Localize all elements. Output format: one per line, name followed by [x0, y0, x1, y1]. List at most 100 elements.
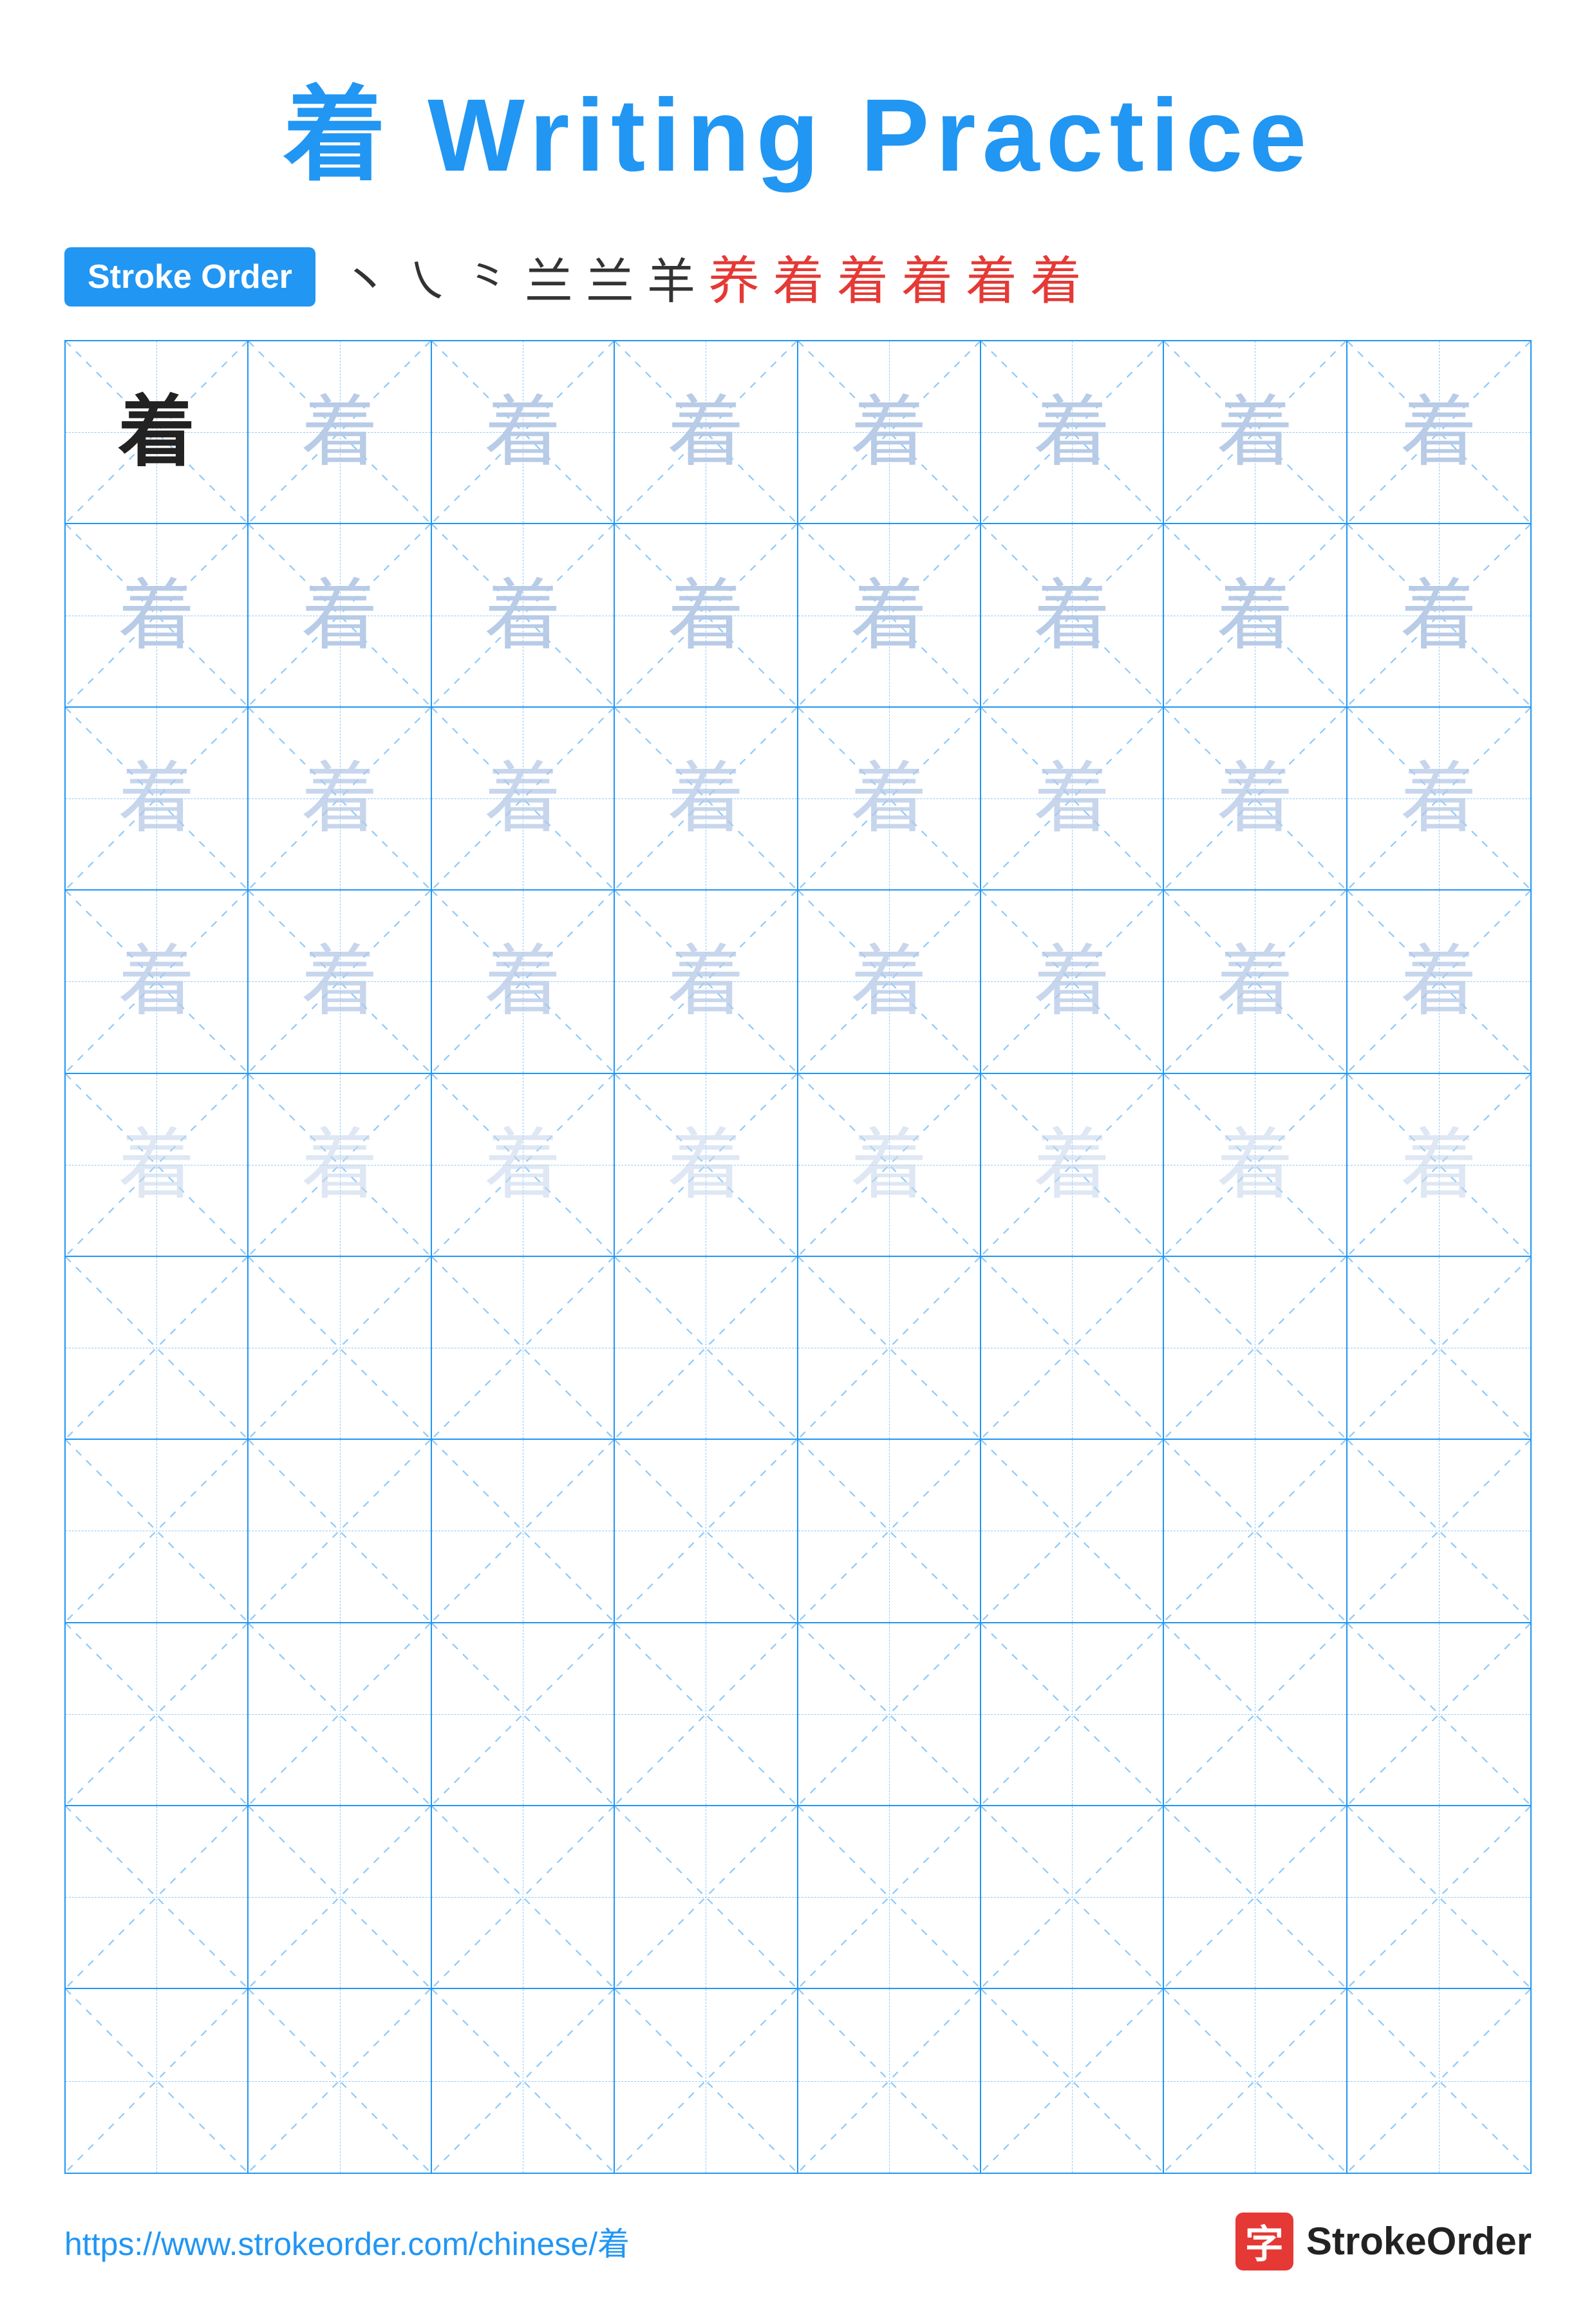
- grid-cell[interactable]: 着: [615, 891, 798, 1073]
- grid-cell[interactable]: 着: [432, 524, 615, 707]
- grid-cell[interactable]: 着: [1347, 708, 1530, 891]
- grid-cell[interactable]: [981, 1806, 1164, 1989]
- grid-cell[interactable]: [981, 1989, 1164, 2172]
- cell-character: 着: [484, 577, 561, 654]
- grid-cell[interactable]: 着: [1347, 1074, 1530, 1257]
- grid-cell[interactable]: 着: [432, 1074, 615, 1257]
- grid-cell[interactable]: [249, 1257, 431, 1440]
- cell-character: 着: [301, 943, 379, 1020]
- grid-cell[interactable]: 着: [981, 1074, 1164, 1257]
- stroke-12: 着: [1030, 240, 1082, 314]
- grid-cell[interactable]: 着: [981, 524, 1164, 707]
- grid-cell[interactable]: [432, 1623, 615, 1806]
- grid-cell[interactable]: [1347, 1257, 1530, 1440]
- grid-cell[interactable]: [66, 1440, 249, 1623]
- grid-cell[interactable]: 着: [981, 891, 1164, 1073]
- page-title: 着 Writing Practice: [283, 52, 1313, 201]
- grid-cell[interactable]: 着: [615, 524, 798, 707]
- grid-cell[interactable]: [981, 1440, 1164, 1623]
- grid-cell[interactable]: [615, 1257, 798, 1440]
- grid-cell[interactable]: 着: [615, 708, 798, 891]
- grid-cell[interactable]: [798, 1257, 981, 1440]
- grid-cell[interactable]: 着: [798, 891, 981, 1073]
- grid-cell[interactable]: [615, 1806, 798, 1989]
- grid-cell[interactable]: [66, 1623, 249, 1806]
- grid-cell[interactable]: [798, 1440, 981, 1623]
- grid-cell[interactable]: 着: [249, 524, 431, 707]
- cell-character: 着: [667, 943, 744, 1020]
- grid-cell[interactable]: [798, 1989, 981, 2172]
- grid-cell[interactable]: 着: [1164, 891, 1347, 1073]
- grid-cell[interactable]: [1164, 1623, 1347, 1806]
- grid-cell[interactable]: 着: [66, 524, 249, 707]
- stroke-1: 丶: [341, 242, 390, 312]
- grid-cell[interactable]: [981, 1623, 1164, 1806]
- grid-cell[interactable]: [432, 1440, 615, 1623]
- grid-cell[interactable]: 着: [432, 891, 615, 1073]
- grid-cell[interactable]: 着: [432, 708, 615, 891]
- grid-cell[interactable]: [66, 1989, 249, 2172]
- grid-cell[interactable]: 着: [1164, 524, 1347, 707]
- page: 着 Writing Practice Stroke Order 丶 ㇏ ⺀ 兰 …: [0, 0, 1596, 2322]
- grid-cell[interactable]: 着: [1164, 341, 1347, 524]
- grid-cell[interactable]: 着: [66, 891, 249, 1073]
- grid-cell[interactable]: 着: [798, 708, 981, 891]
- grid-cell[interactable]: [615, 1440, 798, 1623]
- grid-cell[interactable]: [66, 1806, 249, 1989]
- grid-cell[interactable]: 着: [249, 708, 431, 891]
- grid-cell[interactable]: 着: [249, 1074, 431, 1257]
- cell-character: 着: [301, 1126, 379, 1203]
- grid-cell[interactable]: [798, 1806, 981, 1989]
- grid-cell[interactable]: 着: [798, 524, 981, 707]
- stroke-7: 养: [708, 240, 760, 314]
- grid-cell[interactable]: [1164, 1257, 1347, 1440]
- grid-cell[interactable]: [249, 1623, 431, 1806]
- grid-cell[interactable]: [1347, 1806, 1530, 1989]
- grid-cell[interactable]: 着: [1347, 891, 1530, 1073]
- cell-character: 着: [484, 393, 561, 471]
- cell-character: 着: [1216, 1126, 1293, 1203]
- grid-cell[interactable]: [615, 1989, 798, 2172]
- grid-cell[interactable]: [432, 1806, 615, 1989]
- grid-cell[interactable]: 着: [432, 341, 615, 524]
- grid-cell[interactable]: [615, 1623, 798, 1806]
- grid-cell[interactable]: 着: [615, 1074, 798, 1257]
- footer: https://www.strokeorder.com/chinese/着 字 …: [64, 2174, 1532, 2270]
- grid-cell[interactable]: [249, 1989, 431, 2172]
- grid-cell[interactable]: [432, 1989, 615, 2172]
- cell-character: 着: [850, 760, 928, 837]
- grid-cell[interactable]: 着: [249, 891, 431, 1073]
- grid-cell[interactable]: [1164, 1440, 1347, 1623]
- footer-brand-icon: 字: [1235, 2213, 1293, 2270]
- grid-cell[interactable]: [1347, 1623, 1530, 1806]
- cell-character: 着: [301, 577, 379, 654]
- cell-character: 着: [667, 1126, 744, 1203]
- cell-character: 着: [667, 393, 744, 471]
- grid-cell[interactable]: [1347, 1989, 1530, 2172]
- grid-cell[interactable]: 着: [66, 341, 249, 524]
- grid-cell[interactable]: 着: [1164, 708, 1347, 891]
- grid-cell[interactable]: [798, 1623, 981, 1806]
- footer-url[interactable]: https://www.strokeorder.com/chinese/着: [64, 2218, 630, 2265]
- grid-cell[interactable]: [1347, 1440, 1530, 1623]
- grid-cell[interactable]: [1164, 1989, 1347, 2172]
- grid-cell[interactable]: 着: [249, 341, 431, 524]
- grid-cell[interactable]: [249, 1806, 431, 1989]
- grid-cell[interactable]: 着: [798, 1074, 981, 1257]
- grid-cell[interactable]: [249, 1440, 431, 1623]
- grid-cell[interactable]: 着: [66, 708, 249, 891]
- grid-cell[interactable]: [66, 1257, 249, 1440]
- grid-cell[interactable]: 着: [981, 708, 1164, 891]
- grid-cell[interactable]: [981, 1257, 1164, 1440]
- grid-cell[interactable]: 着: [798, 341, 981, 524]
- grid-cell[interactable]: 着: [981, 341, 1164, 524]
- cell-character: 着: [1216, 760, 1293, 837]
- grid-cell[interactable]: 着: [1347, 524, 1530, 707]
- grid-cell[interactable]: 着: [1164, 1074, 1347, 1257]
- grid-cell[interactable]: 着: [1347, 341, 1530, 524]
- grid-cell[interactable]: 着: [66, 1074, 249, 1257]
- grid-cell[interactable]: 着: [615, 341, 798, 524]
- grid-cell[interactable]: [1164, 1806, 1347, 1989]
- cell-character: 着: [1400, 577, 1478, 654]
- grid-cell[interactable]: [432, 1257, 615, 1440]
